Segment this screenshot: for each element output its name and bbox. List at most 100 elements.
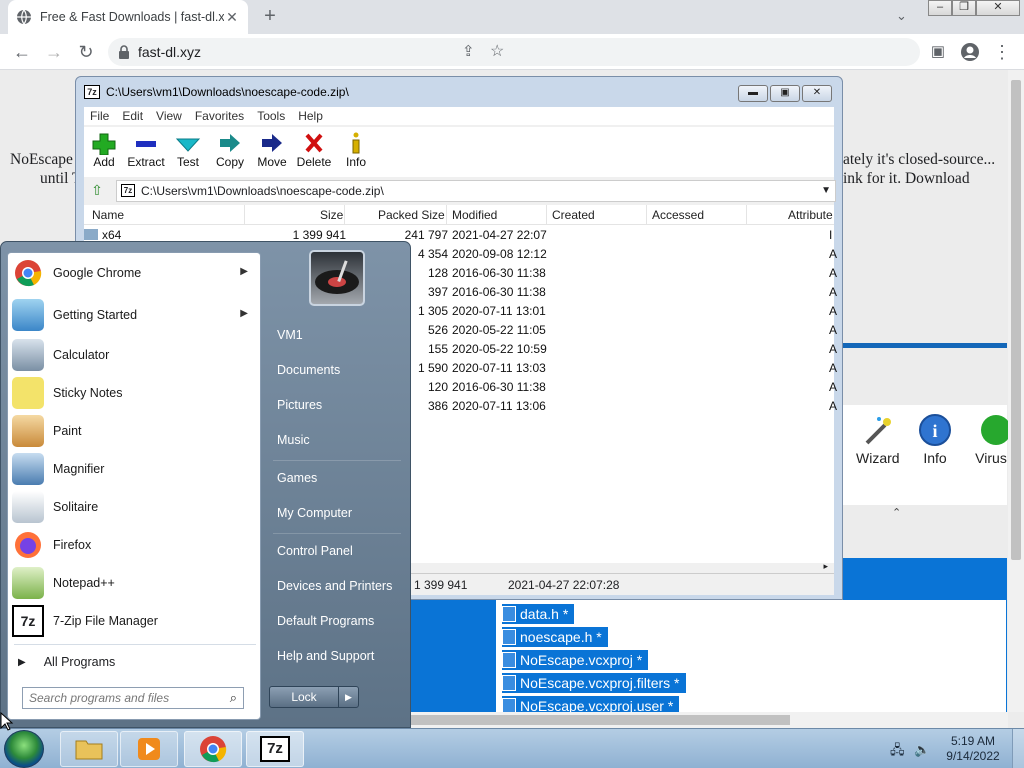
column-name[interactable]: Name	[92, 208, 124, 222]
bookmark-star-icon[interactable]: ☆	[490, 41, 504, 61]
column-attribute[interactable]: Attribute	[788, 208, 833, 222]
column-accessed[interactable]: Accessed	[652, 208, 704, 222]
start-program-sevenzip[interactable]: 7z 7-Zip File Manager	[12, 603, 258, 639]
page-vertical-scrollbar[interactable]	[1008, 70, 1024, 712]
new-tab-button[interactable]: +	[258, 5, 282, 29]
search-icon[interactable]: ⌕	[230, 690, 237, 706]
network-icon[interactable]: 🖧	[890, 742, 905, 757]
start-link-default-programs[interactable]: Default Programs	[277, 614, 374, 628]
start-program-calculator[interactable]: Calculator	[12, 337, 258, 373]
start-orb-button[interactable]	[4, 730, 44, 768]
menu-help[interactable]: Help	[298, 109, 323, 123]
user-picture[interactable]	[309, 250, 365, 306]
window-minimize-button[interactable]: –	[928, 0, 952, 16]
column-size[interactable]: Size	[320, 208, 343, 222]
share-icon[interactable]: ⇪	[462, 42, 475, 60]
extract-button[interactable]: Extract	[122, 131, 170, 169]
start-link-help-and-support[interactable]: Help and Support	[277, 649, 374, 663]
zip-close-button[interactable]: ✕	[802, 85, 832, 102]
start-program-sticky-notes[interactable]: Sticky Notes	[12, 375, 258, 411]
dropdown-arrow-icon[interactable]: ▼	[821, 185, 831, 196]
cell-modified: 2020-07-11 13:01	[452, 304, 546, 318]
all-programs-button[interactable]: ▶ All Programs	[18, 651, 258, 673]
start-program-chrome[interactable]: Google Chrome ▶	[12, 255, 258, 291]
start-link-games[interactable]: Games	[277, 471, 317, 485]
folder-icon	[84, 229, 98, 240]
cell-attr: A	[829, 380, 838, 394]
submenu-arrow-icon[interactable]: ▶	[240, 308, 248, 319]
cell-modified: 2016-06-30 11:38	[452, 266, 546, 280]
menu-view[interactable]: View	[156, 109, 182, 123]
sevenzip-titlebar[interactable]: 7z C:\Users\vm1\Downloads\noescape-code.…	[76, 77, 842, 107]
start-program-paint[interactable]: Paint	[12, 413, 258, 449]
browser-tab[interactable]: Free & Fast Downloads | fast-dl.x ✕	[8, 0, 248, 34]
start-link-control-panel[interactable]: Control Panel	[277, 544, 353, 558]
menu-edit[interactable]: Edit	[122, 109, 143, 123]
show-desktop-button[interactable]	[1012, 729, 1024, 768]
file-list-header: Name Size Packed Size Modified Created A…	[84, 205, 834, 225]
start-program-notepadpp[interactable]: Notepad++	[12, 565, 258, 601]
start-program-magnifier[interactable]: Magnifier	[12, 451, 258, 487]
start-program-solitaire[interactable]: Solitaire	[12, 489, 258, 525]
info-button[interactable]: Info	[332, 131, 380, 169]
tab-close-icon[interactable]: ✕	[224, 9, 240, 25]
menu-file[interactable]: File	[90, 109, 109, 123]
taskbar-7zip-button[interactable]: 7z	[246, 731, 304, 767]
cell-packed: 120	[427, 380, 448, 394]
profile-avatar-icon[interactable]	[958, 40, 982, 64]
file-icon	[502, 606, 516, 622]
page-text-right-1: ately it's closed-source...	[843, 151, 996, 168]
list-item: noescape.h *	[502, 627, 608, 647]
submenu-arrow-icon[interactable]: ▶	[240, 266, 248, 277]
start-link-pictures[interactable]: Pictures	[277, 398, 322, 412]
start-program-firefox[interactable]: Firefox	[12, 527, 258, 563]
more-menu-icon[interactable]: ⋮	[990, 40, 1014, 64]
address-bar[interactable]: fast-dl.xyz ⇪ ☆	[108, 38, 920, 66]
taskbar-media-player-button[interactable]	[120, 731, 178, 767]
folder-up-icon[interactable]: ⇧	[88, 182, 106, 200]
hscroll-thumb[interactable]	[410, 715, 790, 725]
start-link-devices-and-printers[interactable]: Devices and Printers	[277, 579, 392, 593]
column-created[interactable]: Created	[552, 208, 595, 222]
menu-favorites[interactable]: Favorites	[195, 109, 244, 123]
status-date: 2021-04-27 22:07:28	[508, 578, 620, 592]
column-packed-size[interactable]: Packed Size	[378, 208, 445, 222]
start-link-vm1[interactable]: VM1	[277, 328, 303, 342]
reload-icon[interactable]: ↻	[74, 40, 98, 64]
start-search-input[interactable]: Search programs and files ⌕	[22, 687, 244, 709]
window-restore-button[interactable]: ❐	[952, 0, 976, 16]
cell-packed: 526	[427, 323, 448, 337]
start-menu: Google Chrome ▶ Getting Started ▶ Calculator…	[0, 241, 411, 728]
back-arrow-icon[interactable]: ←	[10, 40, 34, 64]
start-link-documents[interactable]: Documents	[277, 363, 340, 377]
scroll-thumb[interactable]	[1011, 80, 1021, 560]
taskbar-explorer-button[interactable]	[60, 731, 118, 767]
zip-maximize-button[interactable]: ▣	[770, 85, 800, 102]
add-button[interactable]: Add	[80, 131, 128, 169]
path-combobox[interactable]: 7z C:\Users\vm1\Downloads\noescape-code.…	[116, 180, 836, 202]
test-button[interactable]: Test	[164, 131, 212, 169]
forward-arrow-icon[interactable]: →	[42, 40, 66, 64]
cell-attr: A	[829, 266, 838, 280]
delete-button[interactable]: Delete	[290, 131, 338, 169]
zip-minimize-button[interactable]: ▬	[738, 85, 768, 102]
side-panel-icon[interactable]: ▣	[926, 40, 950, 64]
volume-icon[interactable]: 🔈	[914, 742, 930, 757]
menu-tools[interactable]: Tools	[257, 109, 285, 123]
copy-button[interactable]: Copy	[206, 131, 254, 169]
column-modified[interactable]: Modified	[452, 208, 497, 222]
start-link-music[interactable]: Music	[277, 433, 310, 447]
window-close-button[interactable]: ✕	[976, 0, 1020, 16]
lock-button[interactable]: Lock ▶	[269, 686, 359, 708]
taskbar-clock[interactable]: 5:19 AM 9/14/2022	[938, 734, 1008, 764]
start-program-getting-started[interactable]: Getting Started ▶	[12, 297, 258, 333]
move-button[interactable]: Move	[248, 131, 296, 169]
plus-icon	[92, 133, 116, 155]
taskbar-chrome-button[interactable]	[184, 731, 242, 767]
page-horizontal-scrollbar[interactable]	[410, 712, 1008, 728]
start-link-my-computer[interactable]: My Computer	[277, 506, 352, 520]
shutdown-options-arrow-icon[interactable]: ▶	[338, 687, 358, 707]
media-player-icon	[138, 738, 160, 760]
tab-search-chevron-icon[interactable]: ⌄	[896, 8, 907, 24]
sevenzip-toolbar: Add Extract Test Copy Move Delete Info	[84, 127, 834, 177]
